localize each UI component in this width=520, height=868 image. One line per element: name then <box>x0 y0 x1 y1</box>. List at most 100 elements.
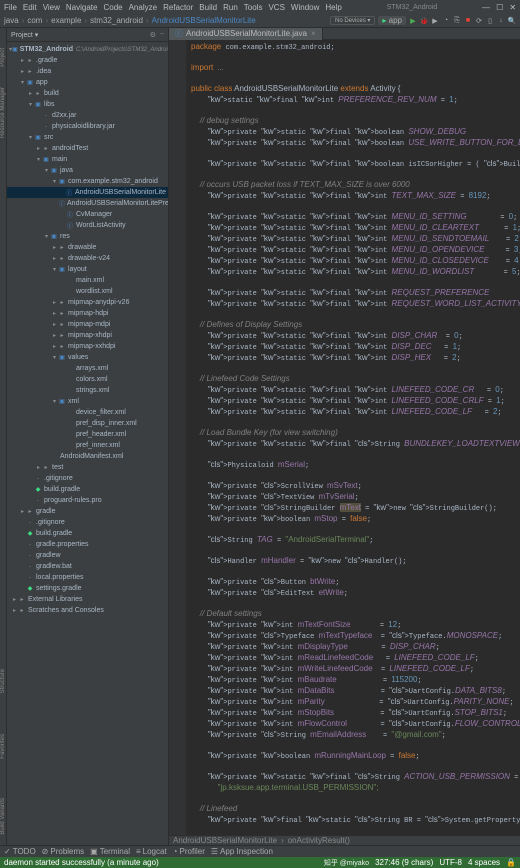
breadcrumb-class[interactable]: AndroidUSBSerialMonitorLite <box>173 836 277 845</box>
tree-item[interactable]: ▾▣xml <box>7 396 168 407</box>
run-icon[interactable]: ▶ <box>409 17 417 25</box>
indent[interactable]: 4 spaces <box>468 858 500 867</box>
structure-tool[interactable]: Structure <box>0 669 6 693</box>
tree-item[interactable]: device_filter.xml <box>7 407 168 418</box>
menu-view[interactable]: View <box>43 3 60 12</box>
tree-item[interactable]: ▸▸mipmap-xxhdpi <box>7 341 168 352</box>
menu-file[interactable]: File <box>4 3 17 12</box>
terminal-tool[interactable]: ▣ Terminal <box>90 847 130 856</box>
sdk-icon[interactable]: ↓ <box>497 17 505 25</box>
stop-icon[interactable]: ■ <box>464 17 472 25</box>
tree-item[interactable]: ⓒCvManager <box>7 209 168 220</box>
tree-item[interactable]: ⓒAndroidUSBSerialMonitorLitePrefAc <box>7 198 168 209</box>
close-icon[interactable]: ✕ <box>509 3 516 12</box>
search-icon[interactable]: 🔍 <box>508 17 516 25</box>
encoding[interactable]: UTF-8 <box>439 858 462 867</box>
menu-edit[interactable]: Edit <box>23 3 37 12</box>
tree-item[interactable]: ▸▸androidTest <box>7 143 168 154</box>
tree-item[interactable]: ▾▣libs <box>7 99 168 110</box>
menu-analyze[interactable]: Analyze <box>129 3 157 12</box>
editor-gutter[interactable] <box>169 40 187 835</box>
tree-item[interactable]: ▾▣src <box>7 132 168 143</box>
menu-build[interactable]: Build <box>199 3 217 12</box>
tree-item[interactable]: ▾▣layout <box>7 264 168 275</box>
project-view-selector[interactable]: Project ▾ <box>11 31 38 39</box>
tree-item[interactable]: ▸▸gradle <box>7 506 168 517</box>
tree-item[interactable]: ▸▸mipmap-hdpi <box>7 308 168 319</box>
resource-manager-tool[interactable]: Resource Manager <box>0 87 6 138</box>
tree-item[interactable]: ▾▣app <box>7 77 168 88</box>
crumb[interactable]: java <box>4 16 19 25</box>
tree-item[interactable]: ·proguard-rules.pro <box>7 495 168 506</box>
close-tab-icon[interactable]: × <box>311 29 316 38</box>
tree-item[interactable]: pref_inner.xml <box>7 440 168 451</box>
tree-item[interactable]: ·d2xx.jar <box>7 110 168 121</box>
profiler-tool[interactable]: ◔ Profiler <box>173 847 205 856</box>
tree-item[interactable]: wordlist.xml <box>7 286 168 297</box>
todo-tool[interactable]: ✓ TODO <box>4 847 36 856</box>
tree-item[interactable]: colors.xml <box>7 374 168 385</box>
project-tool[interactable]: Project <box>0 48 6 67</box>
device-selector[interactable]: No Devices ▾ <box>330 16 375 25</box>
tree-item[interactable]: ▸▸External Libraries <box>7 594 168 605</box>
tree-item[interactable]: arrays.xml <box>7 363 168 374</box>
tree-item[interactable]: ⓒAndroidUSBSerialMonitorLite <box>7 187 168 198</box>
avd-icon[interactable]: ▯ <box>486 17 494 25</box>
build-variants-tool[interactable]: Build Variants <box>0 798 6 835</box>
menu-navigate[interactable]: Navigate <box>66 3 98 12</box>
tree-item[interactable]: ·gradle.properties <box>7 539 168 550</box>
collapse-icon[interactable]: − <box>160 31 164 38</box>
tree-item[interactable]: ▸▸Scratches and Consoles <box>7 605 168 616</box>
tree-item[interactable]: ▸▸mipmap-mdpi <box>7 319 168 330</box>
tree-item[interactable]: ▸▸mipmap-xhdpi <box>7 330 168 341</box>
tree-item[interactable]: ◆build.gradle <box>7 528 168 539</box>
tree-item[interactable]: ▾▣java <box>7 165 168 176</box>
tree-item[interactable]: ·gradlew <box>7 550 168 561</box>
crumb[interactable]: stm32_android <box>90 16 143 25</box>
tree-item[interactable]: pref_disp_inner.xml <box>7 418 168 429</box>
caret-position[interactable]: 327:46 (9 chars) <box>375 858 433 867</box>
tree-item[interactable]: ▸▸.idea <box>7 66 168 77</box>
tree-item[interactable]: ▸▸build <box>7 88 168 99</box>
menu-code[interactable]: Code <box>103 3 122 12</box>
crumb[interactable]: example <box>51 16 81 25</box>
menu-window[interactable]: Window <box>291 3 319 12</box>
tree-item[interactable]: ·local.properties <box>7 572 168 583</box>
minimize-icon[interactable]: — <box>482 3 490 12</box>
menu-refactor[interactable]: Refactor <box>163 3 193 12</box>
tree-item[interactable]: ▸▸.gradle <box>7 55 168 66</box>
lock-icon[interactable]: 🔒 <box>506 858 516 867</box>
tree-item[interactable]: ▸▸drawable-v24 <box>7 253 168 264</box>
tree-item[interactable]: strings.xml <box>7 385 168 396</box>
maximize-icon[interactable]: ☐ <box>496 3 503 12</box>
app-inspection-tool[interactable]: ☰ App Inspection <box>211 847 273 856</box>
tree-item[interactable]: ▾▣res <box>7 231 168 242</box>
tree-item[interactable]: main.xml <box>7 275 168 286</box>
sync-icon[interactable]: ⟳ <box>475 17 483 25</box>
run-config-selector[interactable]: ▸ app <box>378 16 406 25</box>
tree-item[interactable]: ◆settings.gradle <box>7 583 168 594</box>
tree-item[interactable]: ·physicaloidlibrary.jar <box>7 121 168 132</box>
coverage-icon[interactable]: ▶ <box>431 17 439 25</box>
tree-item[interactable]: ▾▣com.example.stm32_android <box>7 176 168 187</box>
gear-icon[interactable]: ⚙ <box>150 31 156 39</box>
favorites-tool[interactable]: Favorites <box>0 734 6 759</box>
logcat-tool[interactable]: ≡ Logcat <box>136 847 167 856</box>
tree-item[interactable]: ▾▣values <box>7 352 168 363</box>
tree-item[interactable]: ·.gitignore <box>7 517 168 528</box>
tree-item[interactable]: ▸▸mipmap-anydpi-v26 <box>7 297 168 308</box>
attach-icon[interactable]: ⎘ <box>453 17 461 25</box>
tree-item[interactable]: ·gradlew.bat <box>7 561 168 572</box>
tree-item[interactable]: ◆build.gradle <box>7 484 168 495</box>
tree-root[interactable]: ▾▣ STM32_Android C:\AndroidProjects\STM3… <box>7 44 168 55</box>
menu-vcs[interactable]: VCS <box>268 3 284 12</box>
tree-item[interactable]: pref_header.xml <box>7 429 168 440</box>
tree-item[interactable]: ▾▣main <box>7 154 168 165</box>
code-editor[interactable]: package com.example.stm32_android; impor… <box>187 40 520 835</box>
breadcrumb-method[interactable]: onActivityResult() <box>288 836 350 845</box>
crumb[interactable]: com <box>27 16 42 25</box>
tree-item[interactable]: ▸▸test <box>7 462 168 473</box>
debug-icon[interactable]: 🐞 <box>420 17 428 25</box>
tree-item[interactable]: ·.gitignore <box>7 473 168 484</box>
tree-item[interactable]: ▸▸drawable <box>7 242 168 253</box>
